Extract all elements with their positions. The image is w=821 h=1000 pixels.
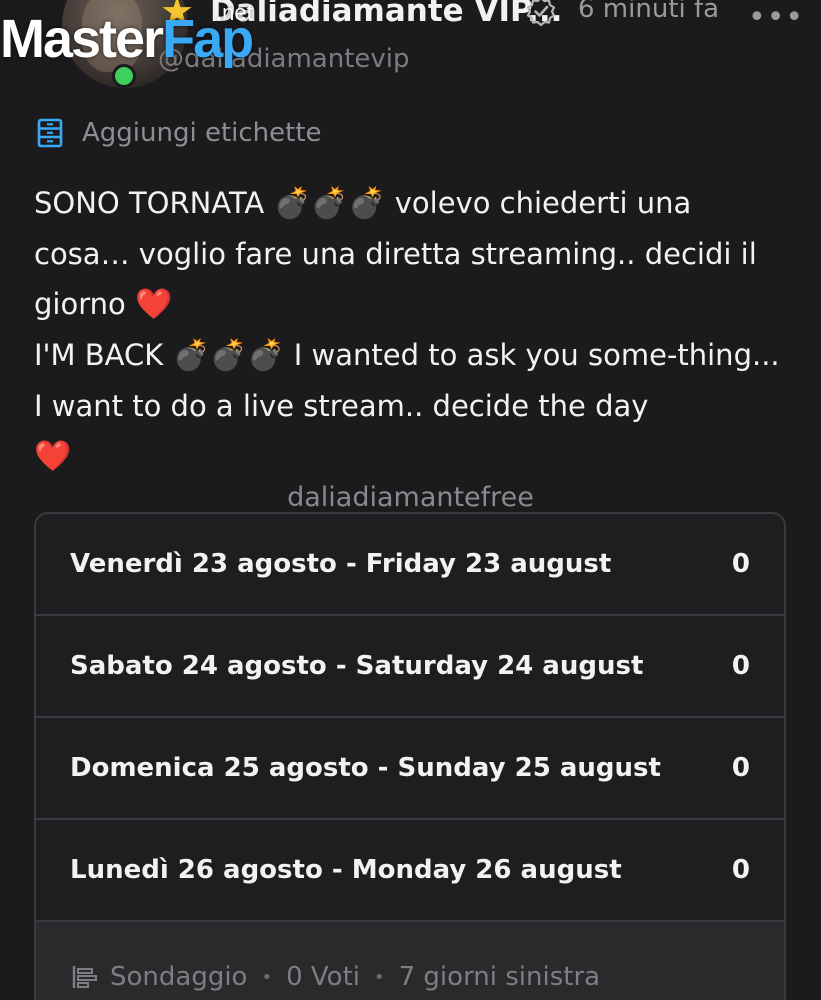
poll-footer: Sondaggio • 0 Voti • 7 giorni sinistra: [36, 922, 784, 1000]
watermark-logo: MasterFap .net: [0, 2, 254, 69]
add-tags-label: Aggiungi etichette: [82, 118, 322, 148]
poll-option[interactable]: Sabato 24 agosto - Saturday 24 august 0: [36, 616, 784, 718]
post-text-italian: SONO TORNATA 💣💣💣 volevo chiederti una co…: [34, 178, 794, 330]
poll-type-label: Sondaggio: [110, 962, 248, 992]
poll-option-label: Domenica 25 agosto - Sunday 25 august: [70, 753, 661, 783]
poll-option-vote-count: 0: [731, 651, 750, 681]
verified-badge-icon: [526, 0, 556, 26]
poll-option[interactable]: Domenica 25 agosto - Sunday 25 august 0: [36, 718, 784, 820]
poll-option-label: Sabato 24 agosto - Saturday 24 august: [70, 651, 644, 681]
poll-vote-total: 0 Voti: [286, 962, 360, 992]
poll-option-vote-count: 0: [731, 855, 750, 885]
logo-suffix: .net: [216, 0, 253, 25]
tag-list-icon: [37, 118, 63, 148]
poll-option-vote-count: 0: [731, 549, 750, 579]
post-timestamp: 6 minuti fa: [578, 0, 720, 24]
logo-part-master: Master: [0, 9, 164, 69]
poll-option[interactable]: Venerdì 23 agosto - Friday 23 august 0: [36, 514, 784, 616]
post-page: ★ Daliadiamante VIP... 6 minuti fa ••• @…: [0, 0, 821, 1000]
bomb-emoji-group: 💣💣💣: [273, 186, 386, 221]
poll-time-remaining: 7 giorni sinistra: [398, 962, 601, 992]
poll-icon: [72, 966, 97, 988]
post-text-italian-prefix: SONO TORNATA: [34, 186, 265, 220]
poll-option-label: Lunedì 26 agosto - Monday 26 august: [70, 855, 622, 885]
poll-option[interactable]: Lunedì 26 agosto - Monday 26 august 0: [36, 820, 784, 922]
bomb-emoji-group: 💣💣💣: [172, 338, 285, 373]
post-text-english: I'M BACK 💣💣💣 I wanted to ask you some-th…: [34, 330, 794, 482]
post-body: SONO TORNATA 💣💣💣 volevo chiederti una co…: [34, 178, 794, 482]
heart-emoji: ❤️: [134, 287, 173, 322]
poll-option-vote-count: 0: [731, 753, 750, 783]
separator-dot: •: [261, 966, 273, 988]
watermark-text: daliadiamantefree: [287, 482, 534, 513]
add-tags-row[interactable]: Aggiungi etichette: [36, 118, 322, 148]
display-name[interactable]: Daliadiamante VIP...: [210, 0, 562, 29]
post-text-english-prefix: I'M BACK: [34, 338, 164, 372]
separator-dot: •: [374, 966, 385, 988]
more-horizontal-icon[interactable]: •••: [748, 0, 804, 35]
poll-option-label: Venerdì 23 agosto - Friday 23 august: [70, 549, 612, 579]
heart-emoji: ❤️: [34, 439, 72, 474]
poll: Venerdì 23 agosto - Friday 23 august 0 S…: [34, 512, 786, 1000]
